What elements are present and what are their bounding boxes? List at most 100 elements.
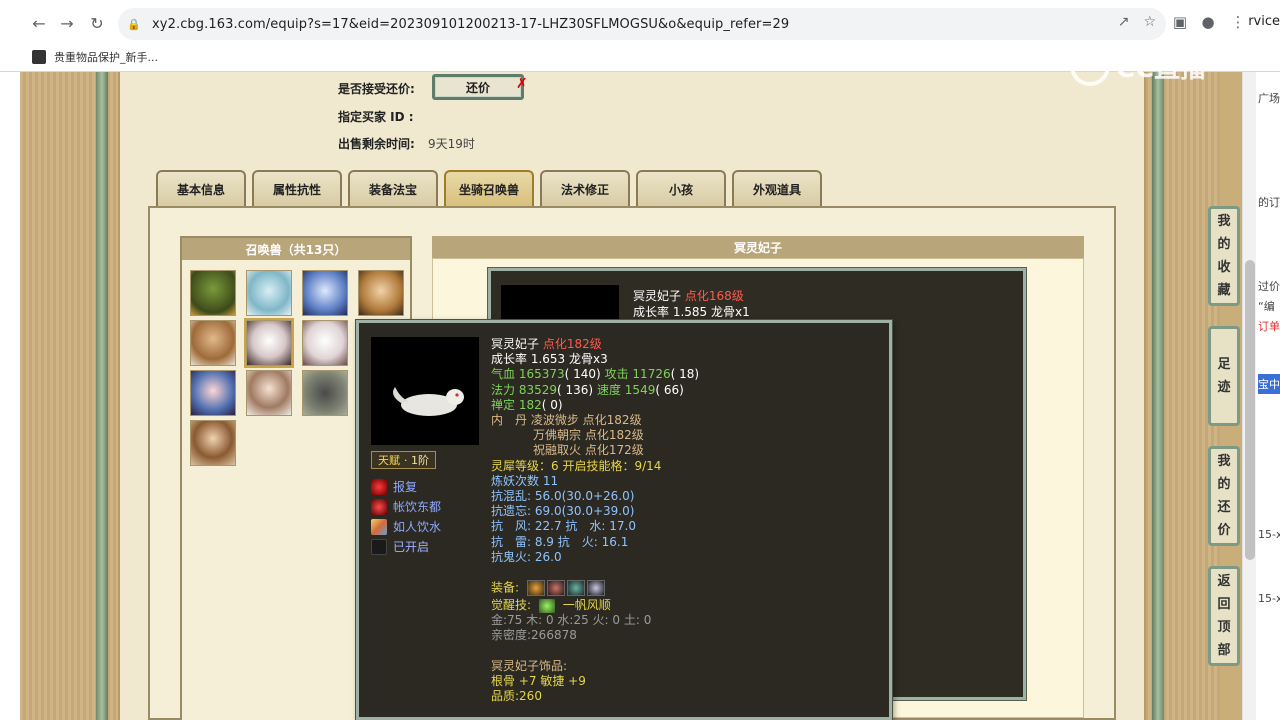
- resist-forget: 抗遗忘: 69.0(30.0+39.0): [491, 504, 635, 519]
- mp-value: 83529: [518, 382, 558, 397]
- buyer-id-label: 指定买家 ID :: [338, 110, 414, 124]
- pet-card-growth: 成长率 1.585 龙骨x1: [633, 305, 750, 319]
- drink-skill-icon: [371, 519, 387, 535]
- tab-equipment[interactable]: 装备法宝: [348, 170, 438, 206]
- side-char: 价: [1217, 523, 1231, 538]
- counter-offer-button[interactable]: 还价: [432, 74, 524, 100]
- tab-basic-info[interactable]: 基本信息: [156, 170, 246, 206]
- equip-ring-icon[interactable]: [526, 580, 545, 597]
- menu-kebab-icon[interactable]: ⋮: [1226, 10, 1250, 34]
- back-to-top-button[interactable]: 返 回 顶 部: [1208, 566, 1240, 666]
- skill-item[interactable]: 帐饮东都: [371, 497, 441, 517]
- tab-mounts-pets[interactable]: 坐骑召唤兽: [444, 170, 534, 206]
- bookmark-favicon: [32, 50, 46, 64]
- inner-label: 内 丹: [491, 413, 528, 428]
- share-icon[interactable]: ↗: [1118, 14, 1130, 30]
- tab-child[interactable]: 小孩: [636, 170, 726, 206]
- reload-icon[interactable]: ↻: [84, 10, 110, 36]
- equip-amulet-icon[interactable]: [566, 580, 585, 597]
- tab-appearance[interactable]: 外观道具: [732, 170, 822, 206]
- time-left-value: 9天19时: [428, 137, 475, 151]
- pet-thumb[interactable]: [190, 370, 236, 416]
- tt-mp-spd: 法力 83529( 136) 速度 1549( 66): [491, 383, 881, 398]
- pet-thumb[interactable]: [246, 370, 292, 416]
- atk-label: 攻击: [604, 367, 629, 382]
- sidepanel-icon[interactable]: ▣: [1168, 10, 1192, 34]
- equip-ornament-icon[interactable]: [586, 580, 605, 597]
- pet-card-level: 点化168级: [684, 289, 744, 303]
- ornament-quality: 品质:260: [491, 689, 542, 704]
- pet-thumb-selected[interactable]: [244, 318, 294, 368]
- pet-card-name: 冥灵妃子 点化168级: [633, 287, 744, 304]
- inner-skill: 凌波微步 点化182级: [530, 413, 642, 428]
- profile-avatar-icon[interactable]: ●: [1196, 10, 1220, 34]
- pet-thumb[interactable]: [358, 270, 404, 316]
- next-tab-fragment[interactable]: rvice: [1248, 14, 1280, 29]
- vertical-scrollbar[interactable]: [1242, 72, 1256, 720]
- side-char: 返: [1217, 574, 1231, 589]
- watermark-logo-icon: [1070, 46, 1110, 86]
- pet-thumb[interactable]: [190, 420, 236, 466]
- skill-item[interactable]: 如人饮水: [371, 517, 441, 537]
- leaf-icon: [538, 598, 555, 613]
- tt-name: 冥灵妃子: [491, 337, 540, 351]
- pet-tooltip: 天赋 · 1阶 报复 帐饮东都 如人饮水 已开启 冥灵妃子 点化182级 成长率…: [356, 320, 892, 720]
- bookmark-star-icon[interactable]: ☆: [1143, 14, 1156, 30]
- strip-text: 15-xy: [1258, 528, 1280, 541]
- tab-spell-fix[interactable]: 法术修正: [540, 170, 630, 206]
- side-char: 藏: [1217, 283, 1231, 298]
- strip-text: 订单,: [1258, 320, 1280, 333]
- equip-armor-icon[interactable]: [546, 580, 565, 597]
- strip-button[interactable]: 宝中: [1258, 374, 1280, 394]
- stream-watermark: CC直播: [1070, 46, 1206, 86]
- forward-arrow-icon[interactable]: →: [54, 10, 80, 36]
- pet-thumb[interactable]: [190, 320, 236, 366]
- frame-rail-right: [1152, 72, 1164, 720]
- spd-points: ( 66): [655, 382, 684, 397]
- pet-thumb[interactable]: [302, 320, 348, 366]
- atk-value: 11726: [632, 367, 671, 382]
- skill-item[interactable]: 报复: [371, 477, 441, 497]
- intimacy: 亲密度:266878: [491, 628, 577, 643]
- ornament-stats: 根骨 +7 敏捷 +9: [491, 673, 586, 688]
- talent-badge[interactable]: 天赋 · 1阶: [371, 451, 436, 469]
- pet-thumb[interactable]: [246, 270, 292, 316]
- offer-label: 是否接受还价:: [338, 82, 415, 96]
- tt-hp-atk: 气血 165373( 140) 攻击 11726( 18): [491, 367, 881, 382]
- pet-thumb[interactable]: [190, 270, 236, 316]
- tab-attributes[interactable]: 属性抗性: [252, 170, 342, 206]
- tt-inner-1: 内 丹 凌波微步 点化182级: [491, 413, 881, 428]
- side-char: 足: [1217, 357, 1231, 372]
- side-char: 的: [1217, 477, 1231, 492]
- address-bar[interactable]: 🔒 xy2.cbg.163.com/equip?s=17&eid=2023091…: [118, 8, 1166, 40]
- pet-stats: 冥灵妃子 点化182级 成长率 1.653 龙骨x3 气血 165373( 14…: [491, 337, 881, 704]
- footprint-button[interactable]: 足 迹: [1208, 326, 1240, 426]
- hp-points: ( 140): [564, 367, 601, 382]
- pet-card-name-text: 冥灵妃子: [633, 289, 682, 303]
- back-arrow-icon[interactable]: ←: [26, 10, 52, 36]
- my-favorites-button[interactable]: 我 的 收 藏: [1208, 206, 1240, 306]
- frame-rail-left: [96, 72, 108, 720]
- lock-icon[interactable]: 🔒: [127, 17, 141, 31]
- def-value: 182: [518, 397, 542, 412]
- watermark-text: CC直播: [1116, 53, 1207, 84]
- skill-item[interactable]: 已开启: [371, 537, 441, 557]
- side-char: 我: [1217, 214, 1231, 229]
- bookmark-item[interactable]: 贵重物品保护_新手...: [54, 49, 158, 65]
- empty-skill-icon: [371, 539, 387, 555]
- revenge-skill-icon: [371, 479, 387, 495]
- awaken-skill: 一帆风顺: [562, 598, 611, 613]
- pet-thumb[interactable]: [302, 270, 348, 316]
- side-char: 还: [1217, 500, 1231, 515]
- pet-thumb[interactable]: [302, 370, 348, 416]
- time-left-label: 出售剩余时间:: [338, 137, 415, 151]
- strip-text: 广场: [1258, 92, 1280, 105]
- side-char: 顶: [1217, 620, 1231, 635]
- scroll-thumb[interactable]: [1245, 260, 1255, 560]
- skill-label: 帐饮东都: [393, 500, 442, 514]
- close-x-icon: ✗: [516, 76, 528, 92]
- equip-label: 装备:: [491, 580, 520, 595]
- strip-text: 过价格: [1258, 280, 1280, 293]
- my-offers-button[interactable]: 我 的 还 价: [1208, 446, 1240, 546]
